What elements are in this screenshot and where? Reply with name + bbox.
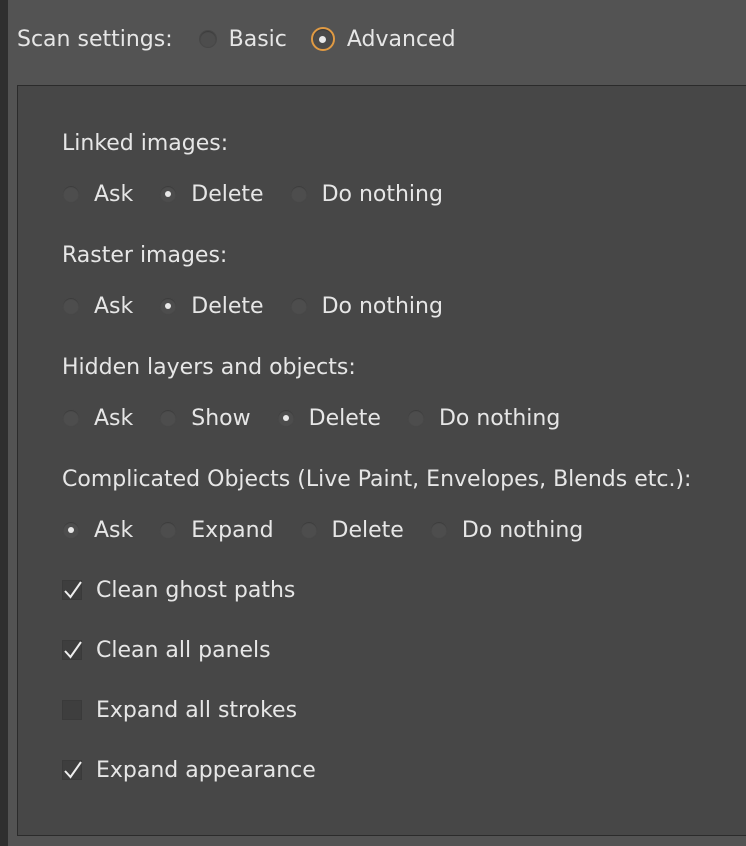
option-label: Delete (308, 405, 381, 431)
checkmark-icon (64, 641, 82, 659)
scan-advanced-option[interactable]: Advanced (310, 26, 456, 52)
expand-appearance-checkbox[interactable]: Expand appearance (62, 753, 316, 787)
hidden-layers-section: Hidden layers and objects: Ask Show Dele… (62, 353, 586, 435)
checkbox-icon[interactable] (62, 760, 82, 780)
option-label: Do nothing (461, 517, 584, 543)
clean-all-panels-checkbox[interactable]: Clean all panels (62, 633, 271, 667)
clean-all-panels-label: Clean all panels (96, 637, 271, 663)
scan-advanced-label: Advanced (346, 26, 456, 52)
complicated-objects-delete-option[interactable]: Delete (299, 517, 404, 543)
radio-button-icon[interactable] (310, 27, 335, 51)
option-label: Delete (191, 181, 264, 207)
scan-settings-dialog: Scan settings: Basic Advanced Linked ima… (0, 0, 746, 846)
linked-images-do-nothing-option[interactable]: Do nothing (289, 181, 443, 207)
option-label: Delete (191, 293, 264, 319)
expand-all-strokes-label: Expand all strokes (96, 697, 298, 723)
checkmark-icon (64, 761, 82, 779)
radio-button-icon[interactable] (276, 409, 295, 427)
radio-button-icon[interactable] (62, 185, 80, 203)
checkbox-icon[interactable] (62, 640, 82, 660)
window-edge (0, 0, 8, 846)
raster-images-ask-option[interactable]: Ask (62, 294, 133, 319)
option-label: Do nothing (321, 293, 443, 319)
option-label: Ask (94, 181, 134, 207)
option-label: Show (191, 405, 251, 431)
radio-button-icon[interactable] (159, 297, 178, 315)
hidden-layers-do-nothing-option[interactable]: Do nothing (406, 405, 561, 431)
linked-images-options: Ask Delete Do nothing (62, 177, 469, 211)
scan-settings-row: Scan settings: Basic Advanced (17, 22, 456, 56)
linked-images-delete-option[interactable]: Delete (159, 181, 264, 207)
hidden-layers-show-option[interactable]: Show (159, 405, 251, 431)
clean-ghost-paths-checkbox[interactable]: Clean ghost paths (62, 573, 295, 607)
radio-button-icon[interactable] (198, 30, 217, 48)
radio-button-icon[interactable] (62, 297, 80, 315)
raster-images-do-nothing-option[interactable]: Do nothing (289, 293, 443, 319)
hidden-layers-options: Ask Show Delete Do nothing (62, 401, 586, 435)
raster-images-section: Raster images: Ask Delete Do nothing (62, 241, 469, 323)
radio-button-icon[interactable] (406, 409, 425, 427)
radio-button-icon[interactable] (299, 521, 318, 539)
hidden-layers-delete-option[interactable]: Delete (276, 405, 381, 431)
expand-appearance-label: Expand appearance (96, 757, 316, 783)
raster-images-delete-option[interactable]: Delete (159, 293, 264, 319)
radio-button-icon[interactable] (289, 297, 308, 315)
scan-basic-label: Basic (228, 26, 287, 52)
option-label: Ask (94, 405, 134, 431)
scan-basic-option[interactable]: Basic (198, 26, 287, 52)
radio-button-icon[interactable] (62, 409, 80, 427)
expand-all-strokes-checkbox[interactable]: Expand all strokes (62, 693, 297, 727)
radio-button-icon[interactable] (62, 521, 80, 539)
radio-button-icon[interactable] (429, 521, 448, 539)
scan-settings-label: Scan settings: (17, 26, 173, 52)
complicated-objects-do-nothing-option[interactable]: Do nothing (429, 517, 584, 543)
linked-images-ask-option[interactable]: Ask (62, 182, 133, 207)
radio-button-icon[interactable] (159, 185, 178, 203)
checkbox-icon[interactable] (62, 700, 82, 720)
radio-button-icon[interactable] (159, 409, 178, 427)
option-label: Do nothing (321, 181, 443, 207)
option-label: Do nothing (438, 405, 561, 431)
hidden-layers-ask-option[interactable]: Ask (62, 406, 133, 431)
option-label: Ask (94, 517, 134, 543)
checkmark-icon (64, 581, 82, 599)
complicated-objects-label: Complicated Objects (Live Paint, Envelop… (62, 467, 692, 492)
raster-images-label: Raster images: (62, 243, 228, 268)
complicated-objects-expand-option[interactable]: Expand (159, 517, 274, 543)
linked-images-label: Linked images: (62, 131, 229, 156)
option-label: Expand (191, 517, 274, 543)
hidden-layers-label: Hidden layers and objects: (62, 355, 356, 380)
raster-images-options: Ask Delete Do nothing (62, 289, 469, 323)
radio-button-icon[interactable] (289, 185, 308, 203)
complicated-objects-ask-option[interactable]: Ask (62, 518, 133, 543)
clean-ghost-paths-label: Clean ghost paths (96, 577, 296, 603)
linked-images-section: Linked images: Ask Delete Do nothing (62, 129, 469, 211)
option-label: Ask (94, 293, 134, 319)
checkbox-icon[interactable] (62, 580, 82, 600)
complicated-objects-section: Complicated Objects (Live Paint, Envelop… (62, 465, 691, 547)
complicated-objects-options: Ask Expand Delete Do nothing (62, 513, 691, 547)
option-label: Delete (331, 517, 404, 543)
radio-button-icon[interactable] (159, 521, 178, 539)
